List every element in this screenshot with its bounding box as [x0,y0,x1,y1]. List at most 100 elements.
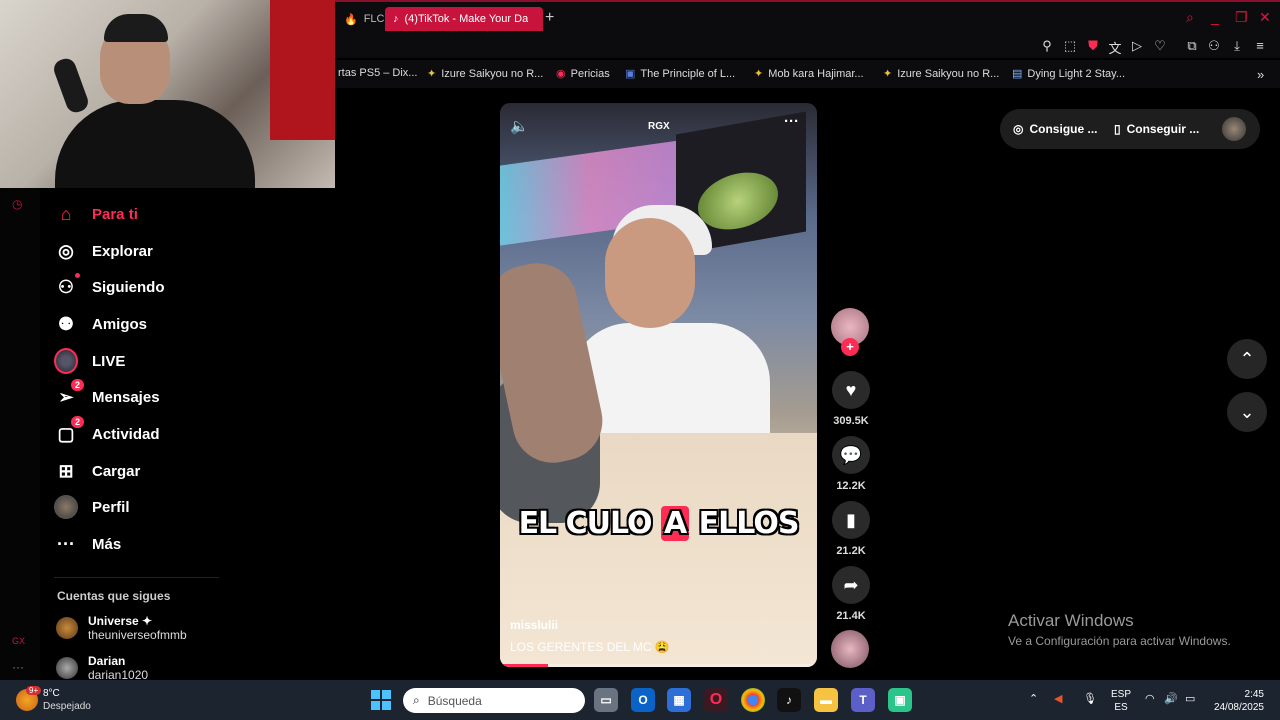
bookmark-icon[interactable]: ▮ [832,501,870,539]
microphone-icon[interactable]: 🎙 [1083,692,1097,705]
menu-icon[interactable]: ≡ [1251,38,1269,53]
get-coins-button[interactable]: ◎ Consigue ... [1013,122,1098,136]
maximize-icon[interactable]: ❐ [1235,9,1248,26]
comment-action[interactable]: 💬 12.2K [830,436,872,492]
bookmarks-overflow-icon[interactable]: » [1257,67,1264,82]
webcam-overlay [0,0,335,188]
like-count: 309.5K [833,415,869,427]
bookmark-item[interactable]: ◉ Pericias [556,67,610,81]
history-icon[interactable]: ◷ [12,197,22,211]
nav-label: LIVE [92,352,126,370]
download-icon[interactable]: ⤓ [1228,38,1246,54]
anime-icon: ✦ [883,68,893,80]
following-name: Universe ✦ [88,614,153,628]
task-view-icon[interactable]: ▭ [594,688,618,712]
nav-actividad[interactable]: ▢ 2 Actividad [54,416,160,448]
minimize-icon[interactable]: _ [1211,9,1219,25]
tiktok-app-icon[interactable]: ♪ [777,688,801,712]
clock[interactable]: 2:45 24/08/2025 [1212,688,1264,714]
game-icon: ▤ [1012,68,1023,80]
language-indicator[interactable]: ESP ES [1111,688,1131,714]
bookmark-item[interactable]: ✦ Mob kara Hajimar... [754,67,864,81]
profile-avatar[interactable] [1222,117,1246,141]
bookmark-item[interactable]: ▣ The Principle of L... [625,67,735,81]
music-disc[interactable] [831,630,869,668]
volume-icon[interactable]: 🔊 [1164,692,1178,705]
nav-siguiendo[interactable]: ⚇ Siguiendo [54,273,165,301]
tab-tiktok[interactable]: ♪ (4)TikTok - Make Your Da [385,7,543,31]
volume-icon[interactable]: 🔈 [510,117,529,135]
comment-count: 12.2K [836,480,866,492]
nav-live[interactable]: LIVE [54,347,125,375]
following-name: Darian [88,654,126,668]
weather-temp: 8°C [43,688,60,699]
more-dots-icon[interactable]: ··· [12,660,24,674]
opera-gx-icon[interactable]: O [704,688,728,712]
new-tab-button[interactable]: + [545,9,554,27]
caption-highlight: A [661,506,690,541]
gx-icon[interactable]: GX [12,636,25,646]
play-icon[interactable]: ▷ [1128,38,1146,54]
bookmark-item[interactable]: ✦ Izure Saikyou no R... [427,67,543,81]
tray-app-icon[interactable]: ◀ [1054,692,1062,705]
save-action[interactable]: ▮ 21.2K [830,501,872,557]
previous-video-button[interactable]: ⌃ [1227,339,1267,379]
translate-icon[interactable]: 文 [1106,38,1124,57]
battery-icon[interactable]: ▭ [1185,692,1195,705]
nav-perfil[interactable]: Perfil [54,493,130,521]
nav-amigos[interactable]: ⚉ Amigos [54,310,147,338]
nav-cargar[interactable]: ⊞ Cargar [54,457,140,485]
teams-icon[interactable]: T [851,688,875,712]
taskbar-search[interactable]: ⌕ Búsqueda [403,688,585,713]
video-more-icon[interactable]: ··· [784,113,799,130]
anime-icon: ✦ [427,68,437,80]
chrome-icon[interactable] [741,688,765,712]
video-player[interactable]: 🔈 RGX ··· EL CULO A ELLOS misslulii LOS … [500,103,817,667]
nav-label: Más [92,535,122,553]
bookmark-item[interactable]: rtas PS5 – Dix... [338,67,417,79]
nav-explorar[interactable]: ◎ Explorar [54,237,153,265]
profile-icon [54,495,78,519]
outlook-icon[interactable]: O [631,688,655,712]
bookmark-label: Pericias [570,67,610,80]
folder-icon[interactable]: ▬ [814,688,838,712]
following-account[interactable]: Universe ✦ theuniverseofmmb [56,614,187,642]
pin-icon[interactable]: ⚲ [1038,38,1056,54]
nav-para-ti[interactable]: ⌂ Para ti [54,200,138,228]
extensions-icon[interactable]: ⧉ [1183,38,1201,54]
bookmark-label: Izure Saikyou no R... [897,67,1000,80]
nav-mensajes[interactable]: ➢ 2 Mensajes [54,379,160,411]
app-icon[interactable]: ▣ [888,688,912,712]
windows-start-icon[interactable] [371,690,391,710]
account-icon[interactable]: ⚇ [1205,38,1223,54]
following-account[interactable]: Darian darian1020 [56,654,148,682]
nav-label: Siguiendo [92,278,165,296]
video-username[interactable]: misslulii [510,618,558,632]
shield-icon[interactable]: ⛊ [1084,38,1102,54]
heart-icon[interactable]: ♡ [1151,38,1169,54]
comment-icon[interactable]: 💬 [832,436,870,474]
wifi-icon[interactable]: ◠ [1145,692,1155,705]
follow-plus-icon[interactable]: + [841,338,859,356]
share-icon[interactable]: ➦ [832,566,870,604]
next-video-button[interactable]: ⌄ [1227,392,1267,432]
share-action[interactable]: ➦ 21.4K [830,566,872,622]
bookmark-item[interactable]: ▤ Dying Light 2 Stay... [1012,67,1125,81]
caption-text: EL CULO [518,506,653,541]
nav-label: Explorar [92,242,153,260]
avatar [56,617,78,639]
bookmark-item[interactable]: ✦ Izure Saikyou no R... [883,67,1000,81]
video-progress[interactable] [500,664,817,667]
nav-mas[interactable]: ··· Más [54,530,121,558]
tab-flc[interactable]: 🔥 FLC [336,7,392,31]
heart-icon[interactable]: ♥ [832,371,870,409]
language-code: ESP [1111,689,1132,700]
tray-chevron-icon[interactable]: ⌃ [1029,692,1038,705]
store-icon[interactable]: ▦ [667,688,691,712]
close-icon[interactable]: ✕ [1259,9,1271,26]
search-icon[interactable]: ⌕ [1186,9,1194,26]
get-app-button[interactable]: ▯ Conseguir ... [1114,122,1199,136]
weather-desc: Despejado [43,701,91,712]
snapshot-icon[interactable]: ⬚ [1061,38,1079,54]
like-action[interactable]: ♥ 309.5K [830,371,872,427]
